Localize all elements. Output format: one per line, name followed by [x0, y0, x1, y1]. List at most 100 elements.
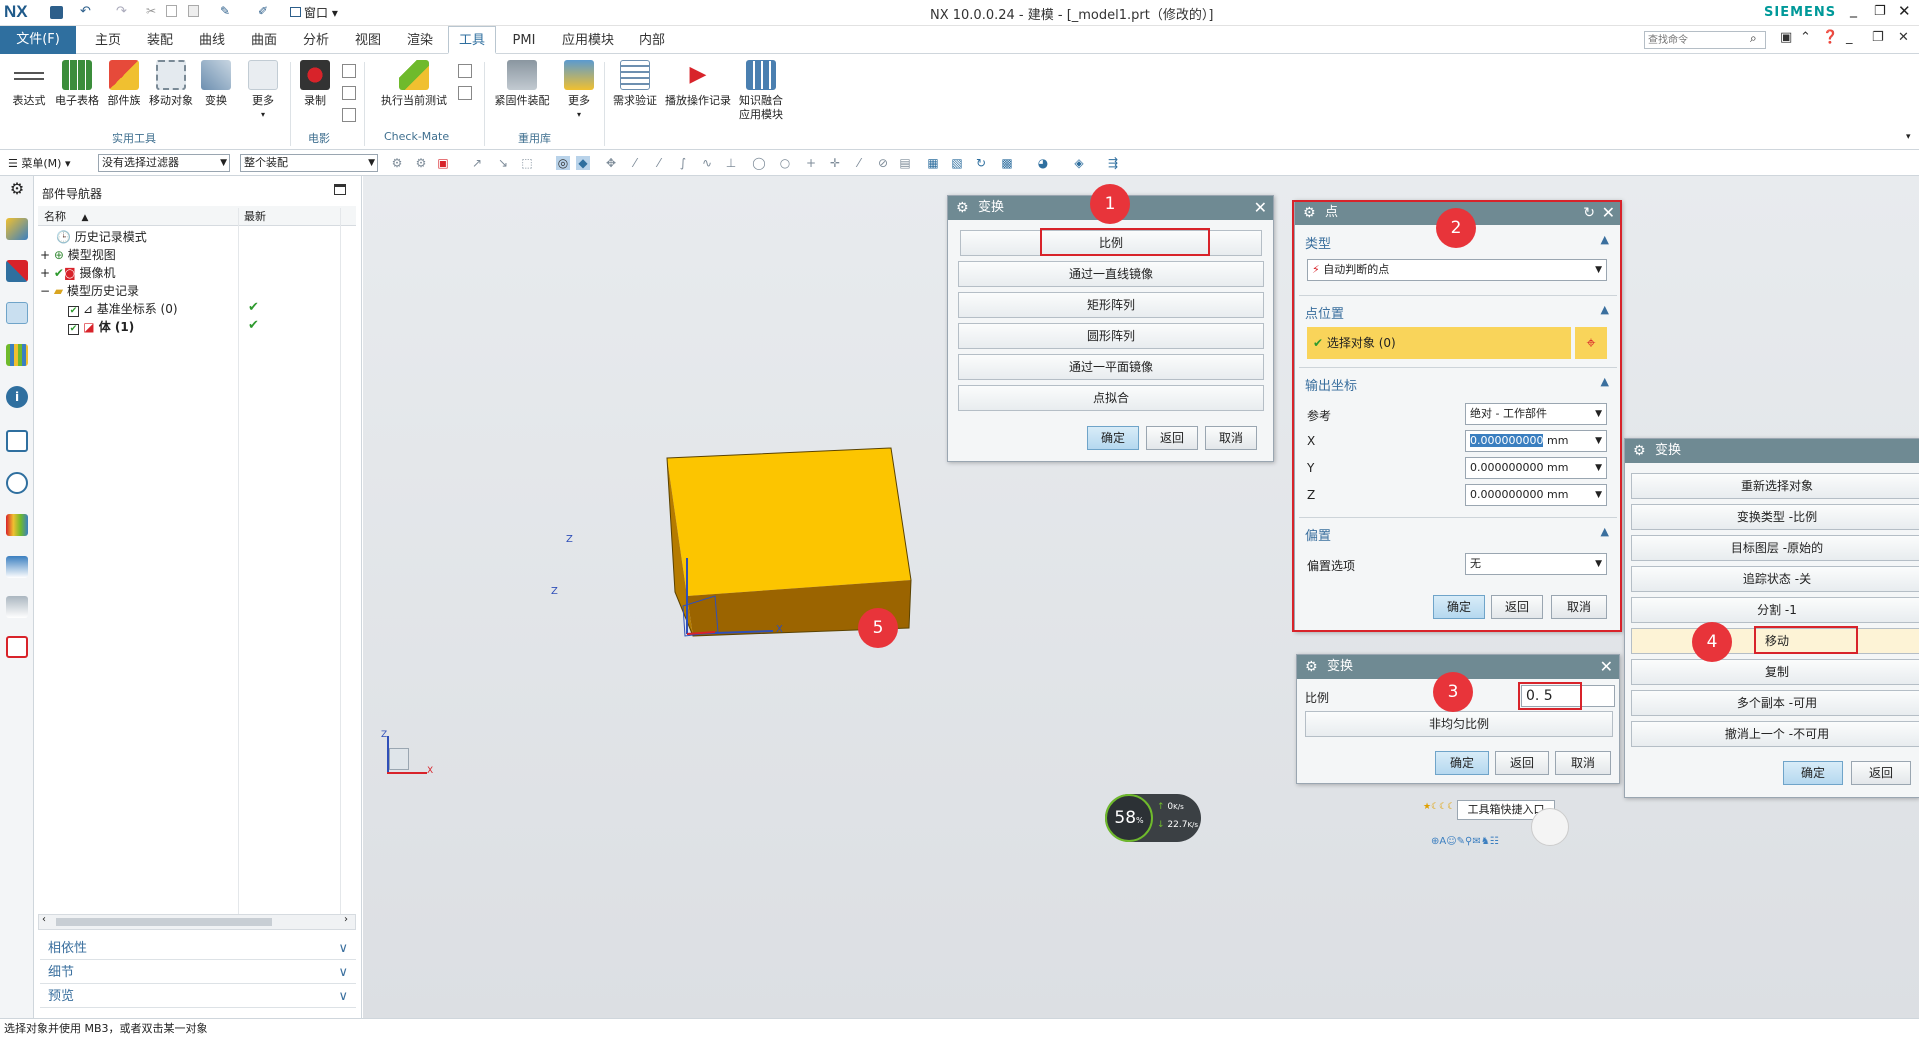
ok-button[interactable]: 确定	[1783, 761, 1843, 785]
ribbon-collapse-icon[interactable]: ⌃	[1800, 30, 1811, 45]
destination-layer-button[interactable]: 目标图层 -原始的	[1631, 535, 1919, 561]
knowledge-fusion-button[interactable]: 知识融合 应用模块	[736, 60, 786, 122]
selection-filter-select[interactable]: 没有选择过滤器 ▼	[98, 154, 230, 172]
selection-scope-select[interactable]: 整个装配 ▼	[240, 154, 378, 172]
tree-row-cameras[interactable]: + ✔◙ 摄像机	[40, 264, 115, 282]
point-icon[interactable]: ⊥	[724, 156, 738, 170]
plus-icon[interactable]: ✛	[828, 156, 842, 170]
movie-small-icon[interactable]	[342, 108, 356, 122]
undo-icon[interactable]: ↶	[80, 4, 91, 19]
movie-small-icon[interactable]	[342, 86, 356, 100]
expression-button[interactable]: 表达式	[8, 60, 50, 108]
palette-icon[interactable]	[6, 514, 28, 536]
back-button[interactable]: 返回	[1851, 761, 1911, 785]
tree-row-model-history[interactable]: − ▰ 模型历史记录	[40, 282, 139, 300]
section-details[interactable]: 细节 ∨	[40, 962, 356, 984]
constraint-navigator-icon[interactable]	[6, 260, 28, 282]
close-icon[interactable]: ✕	[1254, 196, 1267, 220]
save-icon[interactable]	[50, 6, 63, 19]
filter-icon[interactable]: ⚙	[390, 156, 404, 170]
search-icon[interactable]: ⌕	[1750, 31, 1757, 46]
menu-analysis[interactable]: 分析	[296, 30, 336, 52]
grid-icon[interactable]: ▤	[898, 156, 912, 170]
window-switch-icon[interactable]: ▣	[1780, 30, 1792, 45]
paste-icon[interactable]	[188, 5, 199, 17]
window-menu[interactable]: 窗口 ▾	[290, 4, 338, 21]
run-test-button[interactable]: 执行当前测试	[374, 60, 454, 108]
copy-icon[interactable]	[166, 5, 177, 17]
back-button[interactable]: 返回	[1495, 751, 1549, 775]
ok-button[interactable]: 确定	[1087, 426, 1139, 450]
gear-icon[interactable]: ⚙	[1305, 655, 1318, 679]
point-fit-button[interactable]: 点拟合	[958, 385, 1264, 411]
tree-row-model-views[interactable]: + ⊕ 模型视图	[40, 246, 116, 264]
mirror-line-button[interactable]: 通过一直线镜像	[958, 261, 1264, 287]
line-icon[interactable]: ⁄	[628, 156, 642, 170]
web-browser-icon[interactable]	[6, 430, 28, 452]
point-icon[interactable]: ∿	[700, 156, 714, 170]
reuse-library-icon[interactable]	[6, 344, 28, 366]
play-journal-button[interactable]: ▶ 播放操作记录	[664, 60, 732, 108]
assembly-navigator-icon[interactable]	[6, 218, 28, 240]
rectangular-array-button[interactable]: 矩形阵列	[958, 292, 1264, 318]
ok-button[interactable]: 确定	[1435, 751, 1489, 775]
cube-icon[interactable]: ◆	[576, 156, 590, 170]
orient-icon[interactable]: ▩	[1000, 156, 1014, 170]
back-button[interactable]: 返回	[1146, 426, 1198, 450]
section-preview[interactable]: 预览 ∨	[40, 986, 356, 1008]
manufacturing-icon[interactable]	[6, 636, 28, 658]
movie-small-icon[interactable]	[342, 64, 356, 78]
line-icon[interactable]: ⁄	[652, 156, 666, 170]
more-utilities-button[interactable]: 更多 ▾	[246, 60, 280, 122]
reselect-objects-button[interactable]: 重新选择对象	[1631, 473, 1919, 499]
maximize-icon[interactable]	[334, 184, 346, 195]
view-icon[interactable]: ▦	[926, 156, 940, 170]
circle-icon[interactable]: ◯	[752, 156, 766, 170]
settings-icon[interactable]: ⚙	[6, 178, 28, 200]
menu-view[interactable]: 视图	[348, 30, 388, 52]
menu-home[interactable]: 主页	[88, 30, 128, 52]
render-icon[interactable]: ◕	[1036, 156, 1050, 170]
camera-icon[interactable]: ⇶	[1106, 156, 1120, 170]
info-icon[interactable]: i	[6, 386, 28, 408]
snap-icon[interactable]: ↗	[470, 156, 484, 170]
cut-icon[interactable]: ✂	[146, 4, 156, 18]
menu-render[interactable]: 渲染	[400, 30, 440, 52]
record-button[interactable]: 录制	[298, 60, 332, 108]
close-icon[interactable]: ✕	[1898, 2, 1911, 20]
spreadsheet-button[interactable]: 电子表格	[52, 60, 102, 108]
filter-icon[interactable]: ⚙	[414, 156, 428, 170]
refresh-icon[interactable]: ↻	[974, 156, 988, 170]
snap-icon[interactable]: ⊘	[876, 156, 890, 170]
roles-icon[interactable]	[6, 556, 28, 578]
menu-pmi[interactable]: PMI	[504, 30, 544, 52]
trace-status-button[interactable]: 追踪状态 -关	[1631, 566, 1919, 592]
shaded-icon[interactable]: ◎	[556, 156, 570, 170]
snap-icon[interactable]: ✎	[220, 4, 230, 18]
transform-type-button[interactable]: 变换类型 -比例	[1631, 504, 1919, 530]
system-scene-icon[interactable]	[6, 596, 28, 618]
plus-icon[interactable]: +	[804, 156, 818, 170]
menu-applications[interactable]: 应用模块	[556, 30, 620, 52]
menu-internal[interactable]: 内部	[632, 30, 672, 52]
cancel-button[interactable]: 取消	[1205, 426, 1257, 450]
scrollbar-thumb[interactable]	[56, 918, 272, 926]
nonuniform-scale-button[interactable]: 非均匀比例	[1305, 711, 1613, 737]
ribbon-options-icon[interactable]: ▾	[1906, 132, 1911, 142]
menu-tools[interactable]: 工具	[448, 26, 496, 54]
tree-row-body[interactable]: ✔ ◪ 体 (1)	[68, 318, 134, 336]
subdivisions-button[interactable]: 分割 -1	[1631, 597, 1919, 623]
snap-point-icon[interactable]: ✥	[604, 156, 618, 170]
tree-row-datum-csys[interactable]: ✔ ⊿ 基准坐标系 (0)	[68, 300, 178, 318]
close-icon[interactable]: ✕	[1600, 655, 1613, 679]
cube-icon[interactable]: ◈	[1072, 156, 1086, 170]
undo-last-button[interactable]: 撤消上一个 -不可用	[1631, 721, 1919, 747]
menu-assembly[interactable]: 装配	[140, 30, 180, 52]
transform-button[interactable]: 变换	[198, 60, 234, 108]
command-search-input[interactable]	[1644, 31, 1766, 49]
snap-icon[interactable]: ↘	[496, 156, 510, 170]
gear-icon[interactable]: ⚙	[1633, 439, 1646, 463]
scroll-right-icon[interactable]: ›	[344, 914, 348, 925]
fastener-button[interactable]: 紧固件装配	[492, 60, 552, 108]
move-object-button[interactable]: 移动对象	[146, 60, 196, 108]
